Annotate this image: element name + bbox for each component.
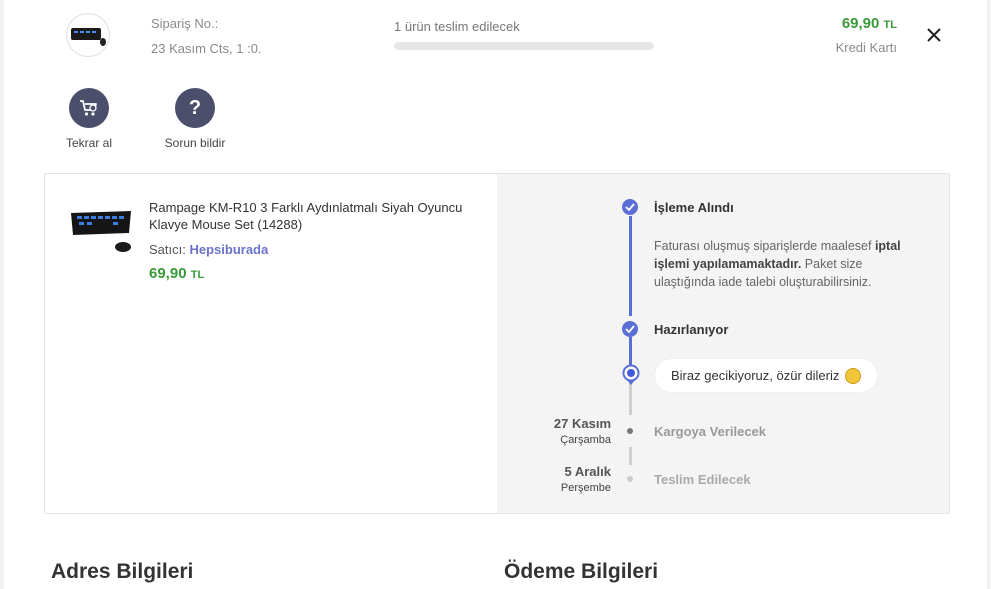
timeline-line-pending-2 [629,447,632,465]
close-icon [927,28,941,42]
reorder-button[interactable]: Tekrar al [44,88,134,150]
product-price-value: 69,90 [149,265,187,282]
payment-method: Kredi Kartı [835,40,897,55]
cancel-info-text: Faturası oluşmuş siparişlerde maalesef i… [654,237,924,291]
timeline-line-done-2 [629,337,632,367]
report-problem-button[interactable]: ? Sorun bildir [150,88,240,150]
shipping-weekday: Çarşamba [560,434,611,446]
report-problem-label: Sorun bildir [164,136,226,150]
order-total-price: 69,90 TL [842,15,897,32]
address-section-title: Adres Bilgileri [51,560,194,583]
close-button[interactable] [924,25,944,45]
payment-section-title: Ödeme Bilgileri [504,560,659,583]
order-date: 23 Kasım Cts, 1 :0. [151,41,262,56]
order-total-currency: TL [883,19,897,31]
page-left-edge [0,0,4,589]
step-done-check-icon [622,321,638,337]
order-timeline-area [497,174,949,513]
product-price: 69,90 TL [149,265,204,282]
product-price-currency: TL [190,269,205,281]
step-processed-title: İşleme Alındı [654,200,734,215]
delay-message: Biraz gecikiyoruz, özür dileriz [655,359,878,392]
step-shipping-title: Kargoya Verilecek [654,424,767,439]
seller-info: Satıcı: Hepsiburada [149,242,268,257]
step-shipping-dot [627,428,633,434]
seller-link[interactable]: Hepsiburada [189,242,268,257]
sad-face-icon [845,367,862,384]
reorder-label: Tekrar al [65,136,112,150]
current-position-marker-icon [622,364,640,385]
cart-reorder-icon [69,88,109,128]
step-delivery-title: Teslim Edilecek [654,472,751,487]
seller-label: Satıcı: [149,242,186,257]
question-icon: ? [175,88,215,128]
product-name[interactable]: Rampage KM-R10 3 Farklı Aydınlatmalı Siy… [149,199,479,233]
delivery-weekday: Perşembe [560,482,611,494]
order-number: Sipariş No.: [151,16,219,31]
step-preparing-title: Hazırlanıyor [654,322,729,337]
delivery-status-text: 1 ürün teslim edilecek [394,19,520,34]
step-done-check-icon [622,199,638,215]
timeline-line-pending-1 [629,383,632,415]
page-right-edge [987,0,991,589]
order-item-panel: Rampage KM-R10 3 Farklı Aydınlatmalı Siy… [44,173,950,514]
delay-message-text: Biraz gecikiyoruz, özür dileriz [671,368,840,383]
order-product-thumbnail [66,13,110,57]
order-total-value: 69,90 [841,15,880,32]
cancel-info-part1: Faturası oluşmuş siparişlerde maalesef [654,239,875,253]
delivery-date: 5 Aralık [564,464,612,479]
delivery-progress-bar [394,42,654,50]
shipping-date: 27 Kasım [553,416,611,431]
product-image[interactable] [69,207,135,255]
timeline-line-done-1 [629,216,632,316]
step-delivery-dot [627,476,633,482]
